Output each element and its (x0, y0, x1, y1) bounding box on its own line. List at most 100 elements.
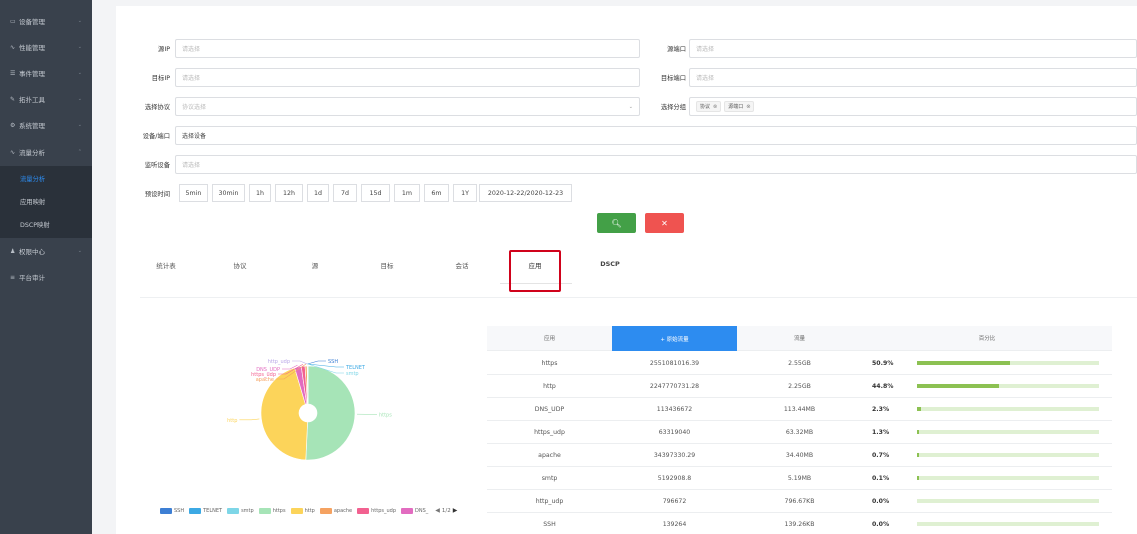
tab-statistics[interactable]: 统计表 (146, 260, 186, 270)
column-header-traffic[interactable]: 流量 (737, 326, 862, 351)
percent-bar (917, 361, 1099, 365)
tab-protocol[interactable]: 协议 (220, 260, 260, 270)
sidebar-item-label: 事件管理 (19, 70, 45, 78)
table-row[interactable]: apache 34397330.29 34.40MB 0.7% (487, 444, 1112, 467)
sidebar-item-permissions[interactable]: ♟ 权限中心 ⌄ (0, 238, 92, 264)
chevron-down-icon: ⌄ (628, 103, 633, 110)
table-row[interactable]: https_udp 63319040 63.32MB 1.3% (487, 421, 1112, 444)
tag-close-icon[interactable]: ⊗ (713, 104, 717, 110)
time-button-15d[interactable]: 15d (361, 184, 390, 202)
src-ip-input[interactable]: 请选择 (175, 39, 640, 58)
legend-item[interactable]: http (290, 507, 315, 514)
clear-button[interactable]: ✕ (645, 213, 684, 233)
cell-traffic: 2.25GB (788, 383, 811, 390)
cell-traffic: 139.26KB (784, 521, 815, 528)
table-row[interactable]: smtp 5192908.8 5.19MB 0.1% (487, 467, 1112, 490)
legend-item[interactable]: https_udp (357, 507, 396, 514)
column-header-percent[interactable]: 百分比 (862, 326, 1112, 351)
label-leader-line (292, 360, 308, 365)
search-button[interactable]: 🔍︎ (597, 213, 636, 233)
gear-icon: ⚙ (10, 121, 16, 129)
cell-percent: 0.0% (872, 498, 890, 505)
legend-next-icon[interactable]: ▶ (453, 507, 458, 514)
legend-item[interactable]: SSH (160, 507, 184, 514)
sidebar-item-events[interactable]: ☰ 事件管理 ⌄ (0, 60, 92, 86)
percent-bar-fill (917, 430, 920, 434)
column-header-app[interactable]: 应用 (487, 326, 612, 351)
legend-swatch (189, 507, 202, 514)
percent-bar (917, 453, 1099, 457)
active-tab-highlight-box (509, 250, 561, 292)
listen-device-input[interactable]: 请选择 (175, 155, 1137, 174)
tab-target[interactable]: 目标 (367, 260, 407, 270)
cell-raw-traffic: 139264 (662, 521, 687, 528)
legend-item[interactable]: DNS_ (401, 507, 429, 514)
pie-slice-label: http_udp (268, 359, 290, 365)
time-range-picker[interactable]: 2020-12-22/2020-12-23 (479, 184, 572, 202)
percent-bar (917, 522, 1099, 526)
sidebar-item-device-management[interactable]: ▭ 设备管理 ⌄ (0, 8, 92, 34)
tab-source[interactable]: 源 (295, 260, 335, 270)
cell-percent: 50.9% (872, 360, 894, 367)
user-icon: ♟ (10, 247, 16, 255)
legend-prev-icon[interactable]: ◀ (435, 507, 440, 514)
legend-item[interactable]: smtp (227, 507, 254, 514)
time-button-12h[interactable]: 12h (275, 184, 303, 202)
tab-dscp[interactable]: DSCP (590, 260, 630, 268)
sidebar-item-performance[interactable]: ∿ 性能管理 ⌄ (0, 34, 92, 60)
group-tag-label: 源端口 (728, 104, 744, 110)
table-row[interactable]: https 2551081016.39 2.55GB 50.9% (487, 352, 1112, 375)
percent-bar-fill (917, 476, 919, 480)
sidebar-item-topology-tools[interactable]: ✎ 拓扑工具 ⌄ (0, 86, 92, 112)
time-button-5min[interactable]: 5min (179, 184, 208, 202)
cell-traffic: 2.55GB (788, 360, 811, 367)
legend-item[interactable]: apache (319, 507, 352, 514)
table-row[interactable]: http 2247770731.28 2.25GB 44.8% (487, 375, 1112, 398)
cell-raw-traffic: 5192908.8 (657, 475, 692, 482)
time-button-30min[interactable]: 30min (212, 184, 245, 202)
time-button-1y[interactable]: 1Y (453, 184, 477, 202)
pie-slice[interactable] (305, 365, 356, 461)
pie-slice-label: SSH (328, 359, 338, 365)
protocol-select[interactable]: 协议选择 ⌄ (175, 97, 640, 116)
tag-close-icon[interactable]: ⊗ (746, 104, 750, 110)
percent-bar-fill (917, 384, 999, 388)
time-button-1m[interactable]: 1m (394, 184, 420, 202)
legend-swatch (290, 507, 303, 514)
sidebar-item-traffic-analysis[interactable]: ∿ 流量分析 ⌃ (0, 139, 92, 165)
cell-app: DNS_UDP (534, 406, 565, 413)
time-button-7d[interactable]: 7d (333, 184, 357, 202)
src-port-input[interactable]: 请选择 (689, 39, 1137, 58)
time-button-1d[interactable]: 1d (307, 184, 329, 202)
time-button-6m[interactable]: 6m (424, 184, 449, 202)
sidebar-subitem-app-mapping[interactable]: 应用映射 (0, 189, 92, 213)
dst-ip-input[interactable]: 请选择 (175, 68, 640, 87)
cell-percent: 0.1% (872, 475, 890, 482)
chart-legend: SSH TELNET smtp https http apache https_udp DNS… (160, 507, 457, 514)
dst-port-input[interactable]: 请选择 (689, 68, 1137, 87)
group-select[interactable]: 协议 ⊗ 源端口 ⊗ (689, 97, 1137, 116)
percent-bar-fill (917, 361, 1010, 365)
time-button-1h[interactable]: 1h (249, 184, 271, 202)
device-port-input[interactable]: 选择设备 (175, 126, 1137, 145)
sidebar-item-system[interactable]: ⚙ 系统管理 ⌄ (0, 112, 92, 138)
dst-ip-label: 目标IP (151, 75, 170, 82)
legend-item[interactable]: TELNET (189, 507, 222, 514)
legend-label: DNS_ (415, 507, 429, 514)
percent-bar (917, 499, 1099, 503)
table-row[interactable]: SSH 139264 139.26KB 0.0% (487, 513, 1112, 534)
table-row[interactable]: http_udp 796672 796.67KB 0.0% (487, 490, 1112, 513)
sidebar-item-audit[interactable]: ≡ 平台审计 (0, 264, 92, 290)
sidebar-subitem-traffic-analysis[interactable]: 流量分析 (0, 166, 92, 190)
column-header-raw-traffic[interactable]: + 原始流量 (612, 326, 737, 351)
cell-app: http_udp (535, 498, 564, 505)
cell-traffic: 113.44MB (783, 406, 816, 413)
tab-session[interactable]: 会话 (442, 260, 482, 270)
chart-icon: ∿ (10, 148, 16, 156)
legend-label: http (304, 507, 315, 514)
table-row[interactable]: DNS_UDP 113436672 113.44MB 2.3% (487, 398, 1112, 421)
sidebar-subitem-dscp-mapping[interactable]: DSCP映射 (0, 212, 92, 236)
sidebar-item-label: 系统管理 (19, 122, 45, 130)
cell-app: http (543, 383, 556, 390)
legend-item[interactable]: https (258, 507, 286, 514)
